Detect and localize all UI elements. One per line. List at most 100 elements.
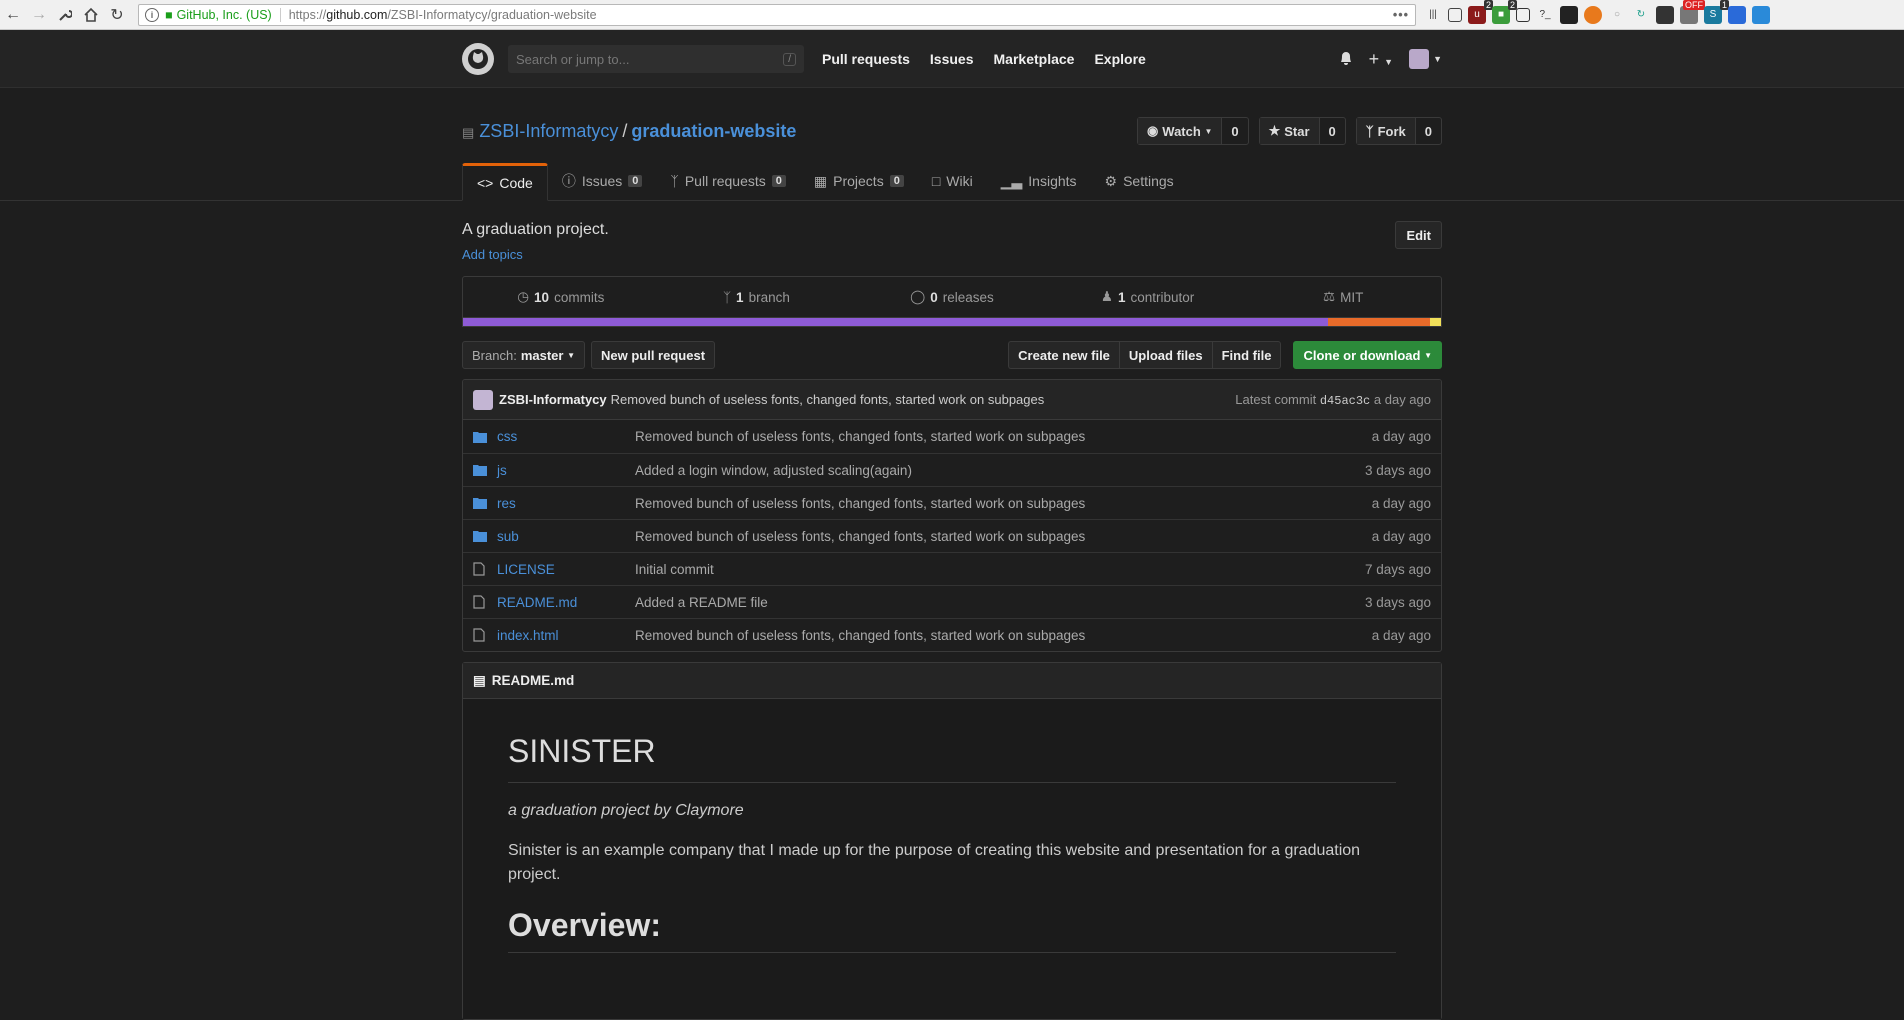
file-name-link[interactable]: index.html [497,628,635,643]
commit-author[interactable]: ZSBI-Informatycy [499,392,607,407]
glasses-icon[interactable] [1656,5,1674,24]
url-text[interactable]: https://github.com/ZSBI-Informatycy/grad… [289,8,1393,22]
file-name-link[interactable]: js [497,463,635,478]
info-icon[interactable]: i [145,7,159,22]
nav-issues[interactable]: Issues [930,51,974,67]
file-name-link[interactable]: sub [497,529,635,544]
readme-body: SINISTER a graduation project by Claymor… [463,699,1441,1019]
table-row[interactable]: js Added a login window, adjusted scaling… [463,453,1441,486]
find-file-button[interactable]: Find file [1211,341,1282,369]
bell-icon[interactable] [1339,50,1353,69]
license-link[interactable]: ⚖ MIT [1245,289,1441,305]
extension-green-icon[interactable]: ■ 2 [1492,0,1517,24]
table-row[interactable]: sub Removed bunch of useless fonts, chang… [463,519,1441,552]
commit-message[interactable]: Removed bunch of useless fonts, changed … [611,392,1045,407]
avatar[interactable] [473,389,493,410]
search-shortcut: / [783,52,796,66]
contributors-link[interactable]: ♟ 1 contributor [1050,289,1246,305]
lock-ext-icon[interactable] [1728,5,1746,24]
extension-off-icon[interactable]: OFF [1680,0,1705,24]
tab-pull-requests[interactable]: ᛉ Pull requests 0 [656,162,799,200]
clone-or-download-button[interactable]: Clone or download ▼ [1293,341,1442,369]
nav-explore[interactable]: Explore [1094,51,1145,67]
file-commit-message[interactable]: Initial commit [635,562,1365,577]
tab-settings[interactable]: ⚙ Settings [1091,162,1188,200]
edit-description-button[interactable]: Edit [1395,221,1442,249]
page-actions-menu[interactable]: ••• [1393,8,1409,22]
tab-projects[interactable]: ▦ Projects 0 [800,162,918,200]
language-segment[interactable] [463,318,1328,326]
file-commit-message[interactable]: Removed bunch of useless fonts, changed … [635,496,1372,511]
sidebar-icon[interactable] [1448,7,1462,22]
upload-files-button[interactable]: Upload files [1118,341,1212,369]
issues-count: 0 [628,175,643,187]
commit-sha[interactable]: d45ac3c [1320,394,1370,408]
forward-arrow-icon[interactable]: → [26,2,52,28]
watch-count[interactable]: 0 [1222,118,1247,144]
back-arrow-icon[interactable]: ← [0,2,26,28]
repo-icon: ▤ [462,124,475,140]
readme-panel: ▤ README.md SINISTER a graduation project… [462,662,1442,1020]
plus-dropdown-icon[interactable]: + ▼ [1369,49,1393,70]
tab-wiki[interactable]: □ Wiki [918,162,987,200]
fork-button[interactable]: ᛉ Fork [1356,118,1416,144]
file-commit-message[interactable]: Removed bunch of useless fonts, changed … [635,429,1372,444]
github-logo-icon[interactable] [462,43,494,75]
search-input[interactable]: Search or jump to... / [508,45,804,73]
table-row[interactable]: LICENSE Initial commit 7 days ago [463,552,1441,585]
folder-icon [473,530,489,542]
library-icon[interactable]: ||| [1424,6,1442,24]
clipboard-icon[interactable] [1516,7,1530,22]
file-commit-message[interactable]: Removed bunch of useless fonts, changed … [635,529,1372,544]
fork-count[interactable]: 0 [1416,118,1441,144]
sync-icon[interactable]: ↻ [1632,6,1650,24]
address-bar[interactable]: i ■ GitHub, Inc. (US) https://github.com… [138,3,1416,26]
commits-link[interactable]: ◷ 10 commits [463,289,659,305]
file-commit-message[interactable]: Removed bunch of useless fonts, changed … [635,628,1372,643]
file-commit-message[interactable]: Added a login window, adjusted scaling(a… [635,463,1365,478]
language-bar[interactable] [462,318,1442,327]
star-button[interactable]: ★ Star [1259,118,1320,144]
watch-button[interactable]: ◉ Watch ▼ [1137,118,1223,144]
bulb-icon[interactable]: ○ [1608,6,1626,24]
star-count[interactable]: 0 [1320,118,1345,144]
releases-link[interactable]: ◯ 0 releases [854,289,1050,305]
branch-select[interactable]: Branch: master ▼ [462,341,585,369]
wrench-icon[interactable] [52,2,78,28]
create-new-file-button[interactable]: Create new file [1008,341,1119,369]
site-identity: GitHub, Inc. (US) [176,7,272,22]
new-pull-request-button[interactable]: New pull request [591,341,716,369]
table-row[interactable]: index.html Removed bunch of useless fonts… [463,618,1441,651]
reload-icon[interactable]: ↻ [104,2,130,28]
tab-insights[interactable]: ▁▃ Insights [987,162,1091,200]
extension-orange-icon[interactable] [1584,5,1602,24]
language-segment[interactable] [1327,318,1431,326]
readme-byline: a graduation project by Claymore [508,802,744,819]
ublock-icon[interactable]: u2 [1468,0,1493,24]
nav-marketplace[interactable]: Marketplace [994,51,1075,67]
branches-link[interactable]: ᛉ 1 branch [659,290,855,305]
repo-owner-link[interactable]: ZSBI-Informatycy [479,121,618,141]
nav-pull-requests[interactable]: Pull requests [822,51,910,67]
file-commit-message[interactable]: Added a README file [635,595,1365,610]
save-icon[interactable] [1752,5,1770,24]
user-menu[interactable]: ▼ [1409,49,1442,69]
extension-s-icon[interactable]: S1 [1704,0,1729,24]
file-name-link[interactable]: README.md [497,595,635,610]
screenshot-icon[interactable] [1560,5,1578,24]
language-segment[interactable] [1430,318,1441,326]
console-icon[interactable]: ?_ [1536,6,1554,24]
readme-header: ▤ README.md [463,663,1441,699]
file-name-link[interactable]: LICENSE [497,562,635,577]
table-row[interactable]: css Removed bunch of useless fonts, chang… [463,420,1441,453]
tab-issues[interactable]: ⓘ Issues 0 [548,162,657,200]
gear-icon: ⚙ [1104,172,1118,189]
file-name-link[interactable]: css [497,429,635,444]
tab-code[interactable]: <> Code [462,163,548,201]
add-topics-link[interactable]: Add topics [462,247,609,262]
repo-name-link[interactable]: graduation-website [631,121,796,141]
table-row[interactable]: res Removed bunch of useless fonts, chang… [463,486,1441,519]
file-name-link[interactable]: res [497,496,635,511]
home-icon[interactable] [78,2,104,28]
table-row[interactable]: README.md Added a README file 3 days ago [463,585,1441,618]
